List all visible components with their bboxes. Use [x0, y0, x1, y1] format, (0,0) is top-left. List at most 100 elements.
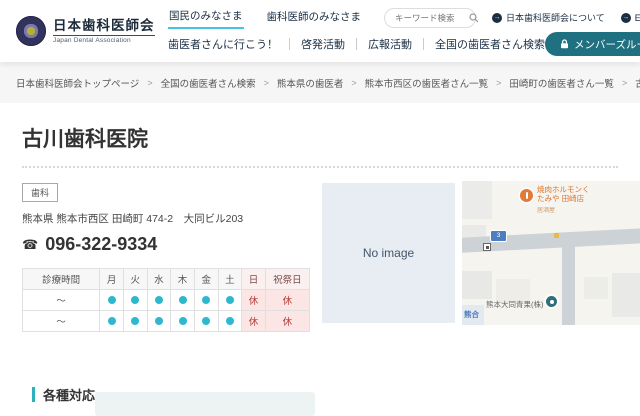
- schedule-cell: [123, 311, 147, 332]
- header-tab-1[interactable]: 歯科医師のみなさま: [266, 7, 363, 28]
- breadcrumb-item-1[interactable]: 全国の歯医者さん検索: [161, 76, 256, 90]
- schedule-cell: [218, 311, 242, 332]
- schedule-body: ～ 休休 ～ 休休: [23, 290, 310, 332]
- company-label[interactable]: 熊本大同青果(株): [486, 299, 544, 310]
- header-tab-0[interactable]: 国民のみなさま: [168, 6, 244, 29]
- schedule-cell: [194, 290, 218, 311]
- nav-item-2[interactable]: 広報活動: [368, 36, 412, 52]
- schedule-cell: [100, 311, 124, 332]
- nav-separator: [289, 38, 290, 50]
- arrow-circle-icon: →: [621, 13, 631, 23]
- bus-stop-icon[interactable]: [483, 243, 491, 251]
- members-room-button[interactable]: メンバーズルーム: [545, 32, 640, 56]
- schedule-cell: [171, 311, 195, 332]
- nav-separator: [356, 38, 357, 50]
- breadcrumb: 日本歯科医師会トップページ > 全国の歯医者さん検索 > 熊本県の歯医者 > 熊本市西区の歯…: [0, 62, 640, 103]
- schedule-col-header: 日: [242, 269, 266, 290]
- schedule-col-header: 診療時間: [23, 269, 100, 290]
- map-road-vertical: [562, 241, 575, 325]
- schedule-cell: 休: [242, 311, 266, 332]
- open-dot-icon: [108, 296, 116, 304]
- breadcrumb-separator: >: [351, 78, 356, 88]
- schedule-cell: [218, 290, 242, 311]
- schedule-col-header: 金: [194, 269, 218, 290]
- schedule-cell: 休: [265, 311, 309, 332]
- schedule-cell: [147, 290, 171, 311]
- open-dot-icon: [155, 296, 163, 304]
- schedule-time-cell: ～: [23, 311, 100, 332]
- schedule-row-1: ～ 休休: [23, 311, 310, 332]
- schedule-col-header: 木: [171, 269, 195, 290]
- restaurant-label[interactable]: 焼肉ホルモンく たみや 田崎店: [537, 185, 590, 204]
- nav-item-3[interactable]: 全国の歯医者さん検索: [435, 36, 545, 52]
- breadcrumb-item-3[interactable]: 熊本市西区の歯医者さん一覧: [365, 76, 489, 90]
- lock-icon: [560, 39, 569, 49]
- schedule-col-header: 月: [100, 269, 124, 290]
- phone-icon: ☎: [22, 237, 38, 253]
- logo-subtitle: Japan Dental Association: [53, 35, 155, 44]
- schedule-cell: [194, 311, 218, 332]
- jda-emblem-icon: [16, 16, 46, 46]
- clinic-info: 歯科 熊本県 熊本市西区 田崎町 474-2 大同ビル203 ☎ 096-322…: [22, 183, 310, 332]
- site-header: 日本歯科医師会 Japan Dental Association 国民のみなさま…: [0, 0, 640, 62]
- section-title: 各種対応: [43, 385, 95, 404]
- schedule-header-row: 診療時間月火水木金土日祝祭日: [23, 269, 310, 290]
- schedule-cell: [123, 290, 147, 311]
- category-tag: 歯科: [22, 183, 58, 202]
- map-building: [462, 271, 492, 299]
- site-logo[interactable]: 日本歯科医師会 Japan Dental Association: [16, 16, 156, 46]
- breadcrumb-item-4[interactable]: 田崎町の歯医者さん一覧: [509, 76, 614, 90]
- utility-link-label: 日本歯科医師会について: [506, 11, 605, 24]
- breadcrumb-item-0[interactable]: 日本歯科医師会トップページ: [16, 76, 139, 90]
- open-dot-icon: [179, 296, 187, 304]
- logo-title: 日本歯科医師会: [53, 18, 155, 35]
- company-marker-icon[interactable]: [546, 296, 557, 307]
- schedule-time-cell: ～: [23, 290, 100, 311]
- schedule-cell: [100, 290, 124, 311]
- open-dot-icon: [202, 296, 210, 304]
- breadcrumb-separator: >: [496, 78, 501, 88]
- main-content: 古川歯科医院 歯科 熊本県 熊本市西区 田崎町 474-2 大同ビル203 ☎ …: [0, 103, 640, 404]
- open-dot-icon: [226, 296, 234, 304]
- utility-links: → 日本歯科医師会について → ENGLISH: [476, 11, 640, 24]
- open-dot-icon: [131, 317, 139, 325]
- map-building: [612, 273, 640, 317]
- map-building: [462, 181, 492, 219]
- open-dot-icon: [108, 317, 116, 325]
- schedule-col-header: 火: [123, 269, 147, 290]
- utility-link-label: ENGLISH: [635, 13, 640, 23]
- map[interactable]: 3 焼肉ホルモンく たみや 田崎店 居酒屋 熊本大同青果(株) 熊合: [462, 181, 640, 325]
- divider: [22, 166, 618, 168]
- page-title: 古川歯科医院: [22, 123, 640, 153]
- clinic-phone: ☎ 096-322-9334: [22, 234, 310, 255]
- nav-item-0[interactable]: 歯医者さんに行こう！: [168, 36, 278, 52]
- header-nav: 歯医者さんに行こう！ 啓発活動 広報活動 全国の歯医者さん検索: [168, 36, 545, 52]
- search-box[interactable]: [384, 8, 476, 28]
- schedule-cell: 休: [242, 290, 266, 311]
- schedule-cell: [147, 311, 171, 332]
- schedule-col-header: 水: [147, 269, 171, 290]
- open-dot-icon: [179, 317, 187, 325]
- utility-link-0[interactable]: → 日本歯科医師会について: [492, 11, 605, 24]
- open-dot-icon: [131, 296, 139, 304]
- breadcrumb-separator: >: [147, 78, 152, 88]
- search-input[interactable]: [393, 12, 467, 24]
- restaurant-category: 居酒屋: [537, 205, 555, 214]
- no-image-placeholder: No image: [322, 183, 455, 323]
- breadcrumb-item-2[interactable]: 熊本県の歯医者: [277, 76, 344, 90]
- map-building: [584, 277, 608, 299]
- restaurant-marker-icon[interactable]: [520, 189, 533, 202]
- schedule-table: 診療時間月火水木金土日祝祭日 ～ 休休 ～ 休休: [22, 268, 310, 332]
- breadcrumb-separator: >: [264, 78, 269, 88]
- breadcrumb-item-5: 古川歯科医院: [635, 76, 640, 90]
- schedule-row-0: ～ 休休: [23, 290, 310, 311]
- arrow-circle-icon: →: [492, 13, 502, 23]
- partial-bottom-box: [95, 392, 315, 416]
- nav-separator: [423, 38, 424, 50]
- utility-link-1[interactable]: → ENGLISH: [621, 13, 640, 23]
- nav-item-1[interactable]: 啓発活動: [301, 36, 345, 52]
- clinic-address: 熊本県 熊本市西区 田崎町 474-2 大同ビル203: [22, 211, 310, 226]
- schedule-col-header: 土: [218, 269, 242, 290]
- schedule-cell: 休: [265, 290, 309, 311]
- breadcrumb-separator: >: [622, 78, 627, 88]
